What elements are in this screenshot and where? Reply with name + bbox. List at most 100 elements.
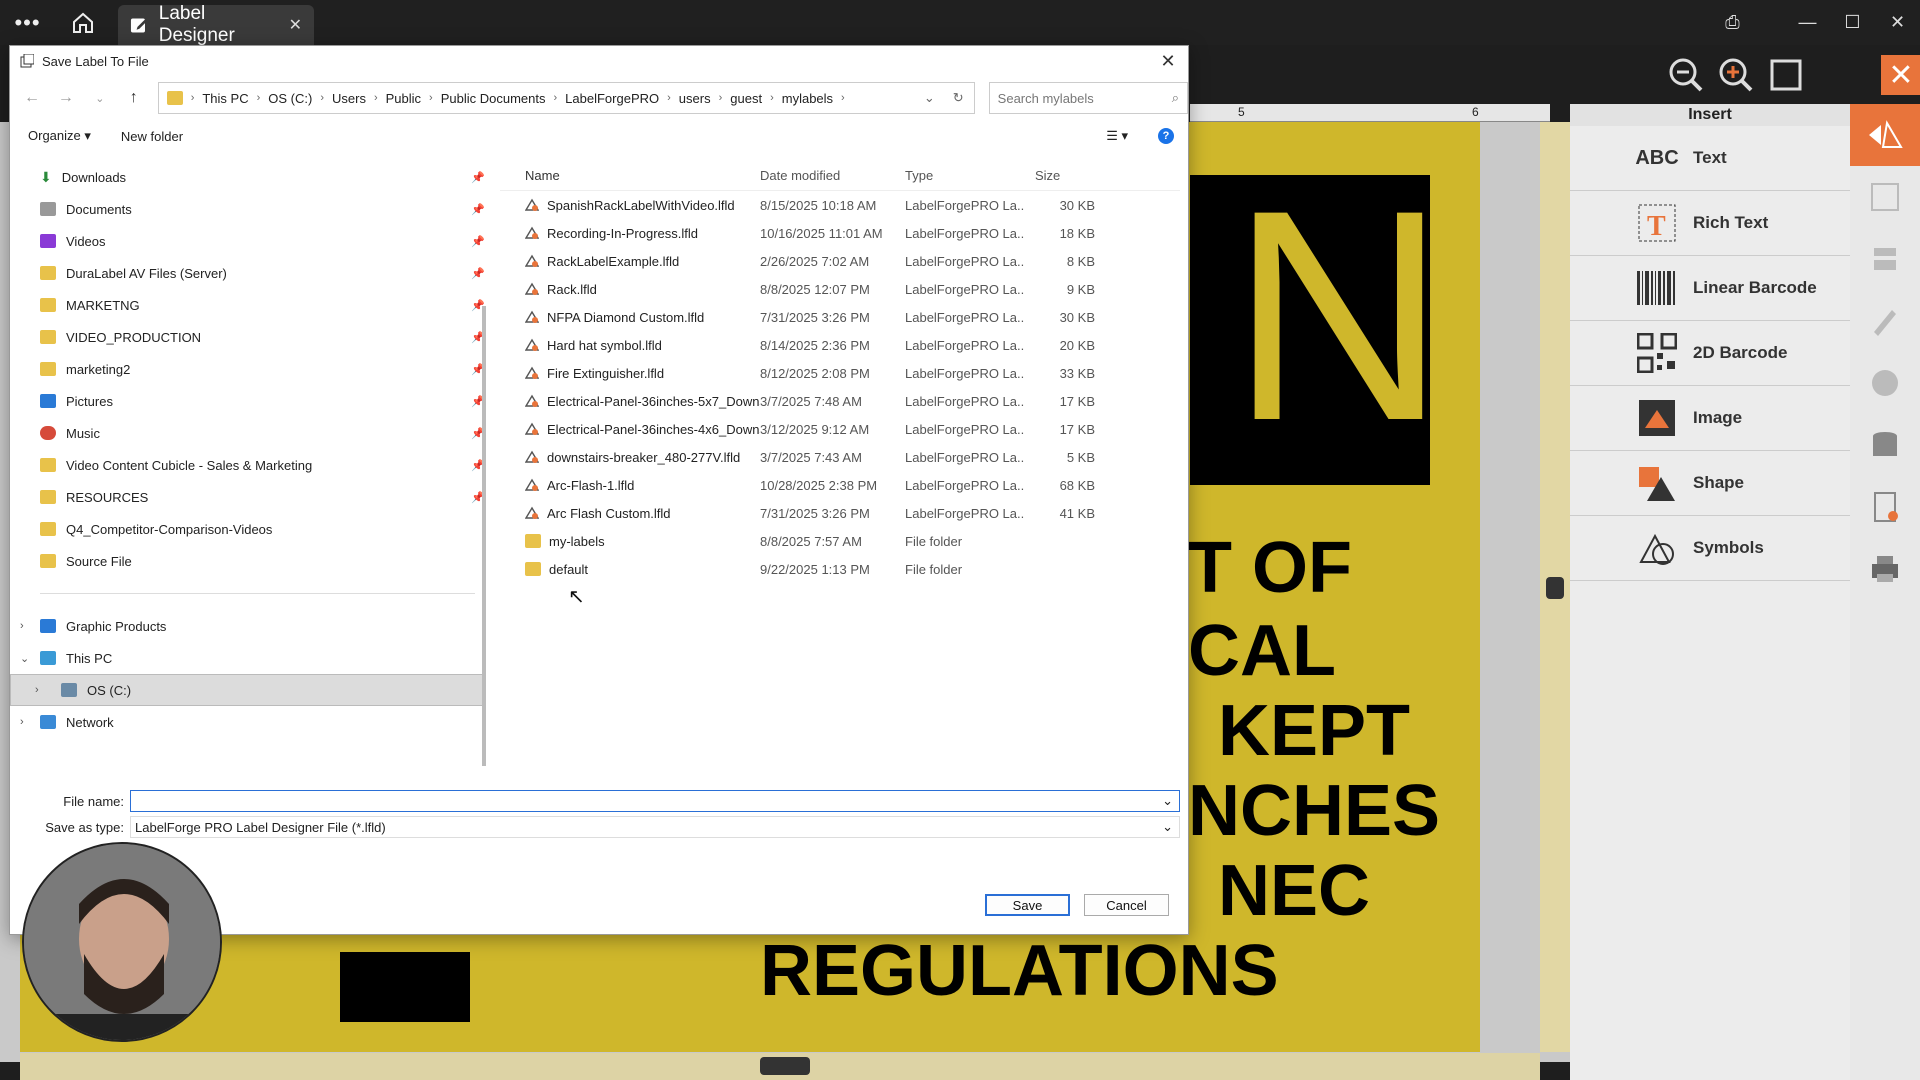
page-settings-icon[interactable] [1850, 476, 1920, 538]
file-row[interactable]: Rack.lfld 8/8/2025 12:07 PM LabelForgePRO … [500, 275, 1180, 303]
up-arrow-icon[interactable]: ↑ [124, 89, 144, 107]
help-icon[interactable]: ? [1158, 128, 1174, 144]
nav-item-pictures[interactable]: Pictures 📌 [10, 385, 485, 417]
insert-shape-button[interactable]: Shape [1570, 451, 1850, 516]
insert-linear-barcode-button[interactable]: Linear Barcode [1570, 256, 1850, 321]
cancel-button[interactable]: Cancel [1084, 894, 1169, 916]
palette-icon[interactable] [1850, 352, 1920, 414]
forward-arrow-icon[interactable]: → [56, 89, 76, 107]
breadcrumb-item[interactable]: Users [332, 91, 366, 106]
pane-splitter[interactable] [482, 306, 486, 766]
organize-button[interactable]: Organize ▾ [28, 128, 91, 144]
database-icon[interactable] [1850, 414, 1920, 476]
breadcrumb-item[interactable]: This PC [202, 91, 248, 106]
pin-icon[interactable]: 📌 [471, 267, 485, 280]
file-row[interactable]: Fire Extinguisher.lfld 8/12/2025 2:08 PM L… [500, 359, 1180, 387]
nav-item-folder[interactable]: marketing2 📌 [10, 353, 485, 385]
nav-item-folder[interactable]: Source File [10, 545, 485, 577]
breadcrumb-item[interactable]: guest [730, 91, 762, 106]
pin-icon[interactable]: 📌 [471, 203, 485, 216]
nav-item-folder[interactable]: DuraLabel AV Files (Server) 📌 [10, 257, 485, 289]
pencil-icon[interactable] [1850, 290, 1920, 352]
home-icon[interactable] [55, 11, 110, 35]
file-row[interactable]: Hard hat symbol.lfld 8/14/2025 2:36 PM Lab… [500, 331, 1180, 359]
refresh-icon[interactable]: ↻ [953, 90, 964, 106]
file-row[interactable]: SpanishRackLabelWithVideo.lfld 8/15/2025 … [500, 191, 1180, 219]
column-size[interactable]: Size [1025, 168, 1095, 183]
nav-item-music[interactable]: Music 📌 [10, 417, 485, 449]
scroll-thumb[interactable] [760, 1057, 810, 1075]
chevron-right-icon[interactable]: › [20, 620, 24, 632]
align-tool-icon[interactable] [1850, 228, 1920, 290]
maximize-icon[interactable]: ☐ [1830, 12, 1875, 33]
tree-item-this-pc[interactable]: ⌄ This PC [10, 642, 485, 674]
minimize-icon[interactable]: — [1785, 12, 1830, 33]
insert-symbols-button[interactable]: Symbols [1570, 516, 1850, 581]
save-type-select[interactable]: LabelForge PRO Label Designer File (*.lf… [130, 816, 1180, 838]
column-type[interactable]: Type [905, 168, 1025, 183]
more-menu-icon[interactable]: ••• [0, 0, 55, 45]
scroll-thumb[interactable] [1546, 577, 1564, 599]
chevron-right-icon[interactable]: › [35, 684, 39, 696]
breadcrumb-item[interactable]: LabelForgePRO [565, 91, 659, 106]
chevron-down-icon[interactable]: ⌄ [1162, 793, 1173, 809]
recent-locations-icon[interactable]: ⌄ [90, 92, 110, 105]
file-row[interactable]: Arc-Flash-1.lfld 10/28/2025 2:38 PM LabelF… [500, 471, 1180, 499]
nav-item-folder[interactable]: VIDEO_PRODUCTION 📌 [10, 321, 485, 353]
save-button[interactable]: Save [985, 894, 1070, 916]
tree-item-os-c[interactable]: › OS (C:) [10, 674, 485, 706]
column-name[interactable]: Name [500, 168, 760, 183]
print-info-icon[interactable]: ⎙ [1710, 12, 1755, 33]
folder-row[interactable]: default 9/22/2025 1:13 PM File folder [500, 555, 1180, 583]
pin-icon[interactable]: 📌 [471, 171, 485, 184]
vertical-scrollbar[interactable] [1540, 122, 1570, 1052]
nav-item-documents[interactable]: Documents 📌 [10, 193, 485, 225]
dialog-close-icon[interactable]: ✕ [1148, 51, 1188, 72]
insert-image-button[interactable]: Image [1570, 386, 1850, 451]
insert-tool-icon[interactable] [1850, 104, 1920, 166]
fit-to-screen-icon[interactable] [1766, 55, 1806, 95]
zoom-out-icon[interactable] [1666, 55, 1706, 95]
close-tab-icon[interactable]: ✕ [289, 15, 302, 35]
tab-label-designer[interactable]: Label Designer ✕ [118, 3, 314, 46]
file-row[interactable]: Electrical-Panel-36inches-4x6_Downstairs… [500, 415, 1180, 443]
breadcrumb-item[interactable]: users [679, 91, 711, 106]
search-input[interactable]: Search mylabels ⌕ [988, 82, 1188, 114]
file-row[interactable]: Recording-In-Progress.lfld 10/16/2025 11:… [500, 219, 1180, 247]
chevron-right-icon[interactable]: › [20, 716, 24, 728]
nav-item-folder[interactable]: Video Content Cubicle - Sales & Marketin… [10, 449, 485, 481]
select-tool-icon[interactable] [1850, 166, 1920, 228]
file-row[interactable]: RackLabelExample.lfld 2/26/2025 7:02 AM La… [500, 247, 1180, 275]
close-editor-icon[interactable]: ✕ [1881, 55, 1920, 95]
view-options-icon[interactable]: ☰ ▾ [1106, 128, 1128, 144]
breadcrumb-item[interactable]: OS (C:) [268, 91, 312, 106]
tree-item-graphic-products[interactable]: › Graphic Products [10, 610, 485, 642]
file-row[interactable]: downstairs-breaker_480-277V.lfld 3/7/2025… [500, 443, 1180, 471]
insert-2d-barcode-button[interactable]: 2D Barcode [1570, 321, 1850, 386]
chevron-down-icon[interactable]: ⌄ [20, 652, 29, 665]
nav-item-folder[interactable]: Q4_Competitor-Comparison-Videos [10, 513, 485, 545]
print-icon[interactable] [1850, 538, 1920, 600]
nav-item-downloads[interactable]: ⬇ Downloads 📌 [10, 161, 485, 193]
file-row[interactable]: NFPA Diamond Custom.lfld 7/31/2025 3:26 P… [500, 303, 1180, 331]
back-arrow-icon[interactable]: ← [22, 89, 42, 107]
insert-rich-text-button[interactable]: T Rich Text [1570, 191, 1850, 256]
breadcrumb-item[interactable]: Public Documents [441, 91, 546, 106]
column-date-modified[interactable]: Date modified [760, 168, 905, 183]
close-window-icon[interactable]: ✕ [1875, 12, 1920, 33]
zoom-in-icon[interactable] [1716, 55, 1756, 95]
folder-row[interactable]: my-labels 8/8/2025 7:57 AM File folder [500, 527, 1180, 555]
address-dropdown-icon[interactable]: ⌄ [924, 90, 935, 106]
file-row[interactable]: Electrical-Panel-36inches-5x7_Downstairs… [500, 387, 1180, 415]
breadcrumb-item[interactable]: mylabels [782, 91, 833, 106]
insert-text-button[interactable]: ABC Text [1570, 126, 1850, 191]
nav-item-folder[interactable]: MARKETNG 📌 [10, 289, 485, 321]
nav-item-folder[interactable]: RESOURCES 📌 [10, 481, 485, 513]
tree-item-network[interactable]: › Network [10, 706, 485, 738]
chevron-down-icon[interactable]: ⌄ [1162, 819, 1173, 835]
address-bar[interactable]: › This PC › OS (C:) › Users › Public › Publi… [157, 82, 975, 114]
new-folder-button[interactable]: New folder [121, 129, 183, 144]
nav-item-videos[interactable]: Videos 📌 [10, 225, 485, 257]
file-name-input[interactable]: ⌄ [130, 790, 1180, 812]
file-row[interactable]: Arc Flash Custom.lfld 7/31/2025 3:26 PM La… [500, 499, 1180, 527]
